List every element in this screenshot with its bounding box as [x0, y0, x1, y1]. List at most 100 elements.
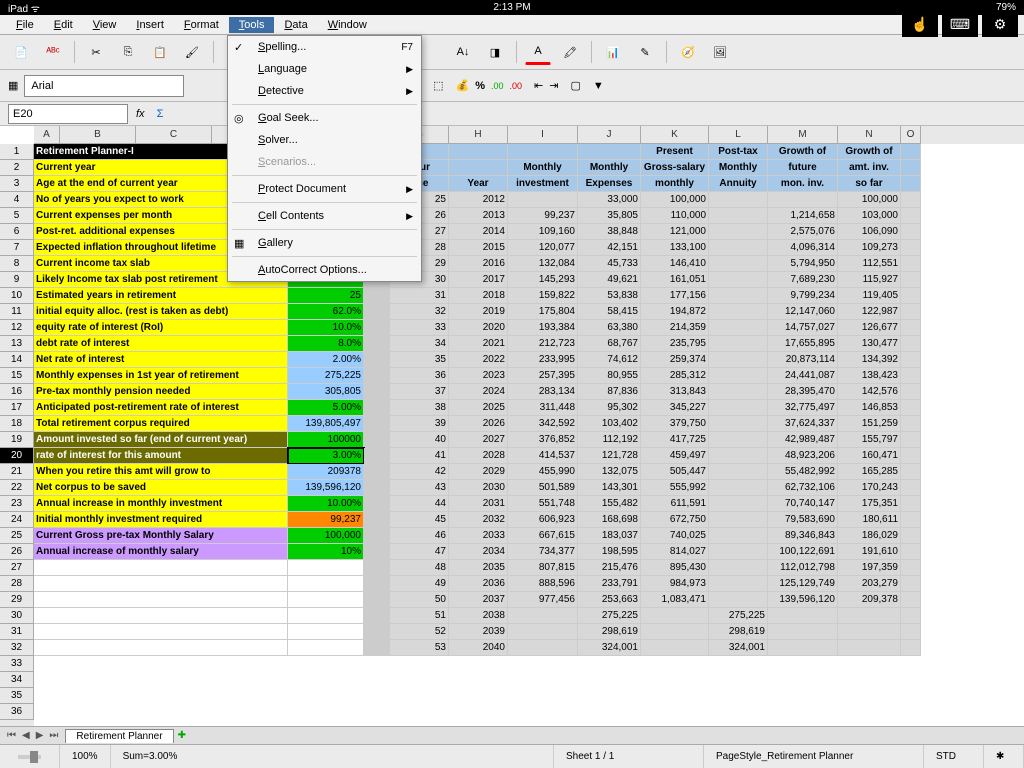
cell[interactable] — [709, 416, 768, 432]
cell[interactable] — [34, 624, 288, 640]
cell[interactable] — [709, 528, 768, 544]
cell[interactable]: 285,312 — [641, 368, 709, 384]
cell[interactable]: Net corpus to be saved — [34, 480, 288, 496]
cell[interactable]: 62.0% — [288, 304, 364, 320]
cell[interactable] — [709, 304, 768, 320]
cell[interactable]: 100000 — [288, 432, 364, 448]
cell[interactable]: 55,482,992 — [768, 464, 838, 480]
cell[interactable]: 160,471 — [838, 448, 901, 464]
cell[interactable] — [709, 464, 768, 480]
column-headers[interactable]: ABCDEFGHIJKLMNO — [34, 126, 1024, 144]
cell[interactable]: 2018 — [449, 288, 508, 304]
cell[interactable] — [364, 368, 390, 384]
cell[interactable] — [901, 240, 921, 256]
cell[interactable]: 42,151 — [578, 240, 641, 256]
cell[interactable]: 209378 — [288, 464, 364, 480]
cell[interactable] — [34, 560, 288, 576]
cell[interactable]: 259,374 — [641, 352, 709, 368]
cell[interactable] — [364, 528, 390, 544]
row-header[interactable]: 10 — [0, 288, 34, 304]
cell[interactable] — [34, 576, 288, 592]
cell[interactable]: 298,619 — [709, 624, 768, 640]
cell[interactable]: 455,990 — [508, 464, 578, 480]
cell[interactable] — [901, 432, 921, 448]
cell[interactable] — [901, 176, 921, 192]
menu-item-spelling-[interactable]: ✓Spelling...F7 — [228, 36, 421, 58]
cell[interactable]: Amount invested so far (end of current y… — [34, 432, 288, 448]
cell[interactable]: 89,346,843 — [768, 528, 838, 544]
cell[interactable]: 611,591 — [641, 496, 709, 512]
cell[interactable]: 417,725 — [641, 432, 709, 448]
cell[interactable]: rate of interest for this amount — [34, 448, 288, 464]
cell[interactable] — [508, 640, 578, 656]
cut-button[interactable]: ✂ — [83, 39, 109, 65]
col-header[interactable]: J — [578, 126, 641, 144]
cell[interactable]: 38 — [390, 400, 449, 416]
cell[interactable] — [901, 320, 921, 336]
cell[interactable]: 80,955 — [578, 368, 641, 384]
cell[interactable]: 42 — [390, 464, 449, 480]
cell[interactable]: 48 — [390, 560, 449, 576]
cell[interactable]: 324,001 — [709, 640, 768, 656]
menu-edit[interactable]: Edit — [44, 17, 83, 33]
cell[interactable]: Pre-tax monthly pension needed — [34, 384, 288, 400]
chart-button[interactable]: 📊 — [600, 39, 626, 65]
row-header[interactable]: 20 — [0, 448, 34, 464]
cell[interactable]: 45 — [390, 512, 449, 528]
row-header[interactable]: 30 — [0, 608, 34, 624]
row-header[interactable]: 11 — [0, 304, 34, 320]
cell[interactable] — [288, 608, 364, 624]
cell[interactable]: Growth of — [838, 144, 901, 160]
cell[interactable]: 20,873,114 — [768, 352, 838, 368]
cell[interactable]: 142,576 — [838, 384, 901, 400]
cell[interactable] — [901, 144, 921, 160]
cell[interactable]: Growth of — [768, 144, 838, 160]
cell[interactable] — [838, 640, 901, 656]
cell[interactable] — [901, 464, 921, 480]
cell[interactable]: 130,477 — [838, 336, 901, 352]
cell[interactable]: 1,214,658 — [768, 208, 838, 224]
cell[interactable]: 52 — [390, 624, 449, 640]
cell[interactable]: 39 — [390, 416, 449, 432]
fontcolor-button[interactable]: A — [525, 39, 551, 65]
cell[interactable] — [901, 448, 921, 464]
row-header[interactable]: 29 — [0, 592, 34, 608]
menu-item-cell-contents[interactable]: Cell Contents▶ — [228, 205, 421, 227]
row-header[interactable]: 28 — [0, 576, 34, 592]
cell[interactable] — [709, 432, 768, 448]
cell[interactable]: debt rate of interest — [34, 336, 288, 352]
cell[interactable]: 459,497 — [641, 448, 709, 464]
row-header[interactable]: 13 — [0, 336, 34, 352]
cell[interactable]: 9,799,234 — [768, 288, 838, 304]
cell[interactable]: 155,482 — [578, 496, 641, 512]
menu-view[interactable]: View — [83, 17, 127, 33]
fill-button[interactable]: ▼ — [593, 80, 604, 92]
erase-button[interactable]: ◨ — [482, 39, 508, 65]
cell[interactable]: Total retirement corpus required — [34, 416, 288, 432]
cell[interactable] — [901, 160, 921, 176]
cell[interactable]: 119,405 — [838, 288, 901, 304]
cell[interactable]: 121,000 — [641, 224, 709, 240]
cell[interactable] — [901, 592, 921, 608]
cell[interactable]: 342,592 — [508, 416, 578, 432]
row-header[interactable]: 8 — [0, 256, 34, 272]
cell[interactable] — [768, 608, 838, 624]
cell[interactable]: 132,084 — [508, 256, 578, 272]
cell[interactable] — [288, 576, 364, 592]
cell[interactable]: 2031 — [449, 496, 508, 512]
cell[interactable]: Present — [641, 144, 709, 160]
cell[interactable]: 95,302 — [578, 400, 641, 416]
cell[interactable] — [288, 592, 364, 608]
cell[interactable]: mon. inv. — [768, 176, 838, 192]
cell[interactable]: Annual increase of monthly salary — [34, 544, 288, 560]
percent-button[interactable]: % — [475, 80, 485, 92]
tab-last-icon[interactable]: ⏭ — [46, 730, 61, 741]
cell[interactable]: 7,689,230 — [768, 272, 838, 288]
cell[interactable]: 110,000 — [641, 208, 709, 224]
menu-format[interactable]: Format — [174, 17, 229, 33]
cell[interactable]: 501,589 — [508, 480, 578, 496]
row-header[interactable]: 2 — [0, 160, 34, 176]
cell[interactable] — [288, 640, 364, 656]
cell[interactable]: 10.0% — [288, 320, 364, 336]
cell[interactable]: 43 — [390, 480, 449, 496]
